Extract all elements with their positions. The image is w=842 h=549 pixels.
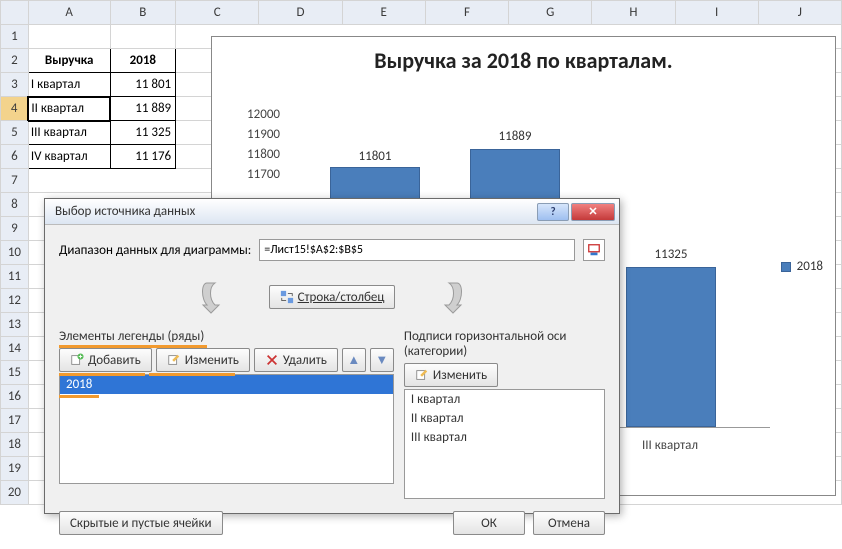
cell[interactable]: III квартал <box>28 121 110 145</box>
add-icon <box>70 353 84 367</box>
row-header[interactable]: 6 <box>1 145 29 169</box>
list-item[interactable]: III квартал <box>405 428 604 447</box>
legend-swatch <box>781 262 791 272</box>
switch-row-column-button[interactable]: Строка/столбец <box>269 285 396 309</box>
chart-y-axis: 12000 11900 11800 11700 <box>230 107 280 187</box>
edit-icon <box>415 368 429 382</box>
cell[interactable]: Выручка <box>28 49 110 73</box>
col-header-J[interactable]: J <box>758 1 841 25</box>
annotation-highlight <box>59 395 99 398</box>
row-header[interactable]: 2 <box>1 49 29 73</box>
row-header[interactable]: 16 <box>1 385 29 409</box>
chart-data-label: 11325 <box>621 247 721 262</box>
col-header-F[interactable]: F <box>425 1 508 25</box>
chart-data-label: 11889 <box>465 129 565 144</box>
cell[interactable]: 11 176 <box>110 145 176 169</box>
row-header[interactable]: 18 <box>1 433 29 457</box>
help-button[interactable]: ? <box>537 203 569 221</box>
dialog-title: Выбор источника данных <box>55 204 537 219</box>
chart-title: Выручка за 2018 по кварталам. <box>212 47 835 74</box>
add-series-button[interactable]: Добавить <box>59 348 152 372</box>
swap-arrow-left-icon <box>197 279 261 315</box>
row-header[interactable]: 15 <box>1 361 29 385</box>
axis-labels-label: Подписи горизонтальной оси (категории) <box>404 329 605 359</box>
row-header[interactable]: 13 <box>1 313 29 337</box>
chart-bar <box>626 267 716 427</box>
move-down-button[interactable]: ▼ <box>370 348 394 372</box>
switch-label: Строка/столбец <box>298 290 385 305</box>
select-all-corner[interactable] <box>1 1 29 25</box>
row-header[interactable]: 3 <box>1 73 29 97</box>
list-item[interactable]: 2018 <box>60 375 393 394</box>
remove-series-button[interactable]: Удалить <box>254 348 338 372</box>
col-header-C[interactable]: C <box>176 1 259 25</box>
edit-icon <box>167 353 181 367</box>
cell[interactable]: 11 889 <box>110 97 176 121</box>
row-header[interactable]: 11 <box>1 265 29 289</box>
cell[interactable]: 11 325 <box>110 121 176 145</box>
hidden-empty-cells-button[interactable]: Скрытые и пустые ячейки <box>59 511 223 535</box>
legend-label: 2018 <box>797 259 823 274</box>
cell[interactable]: I квартал <box>28 73 110 97</box>
active-cell[interactable]: II квартал <box>28 97 110 121</box>
cell[interactable]: 11 801 <box>110 73 176 97</box>
move-up-button[interactable]: ▲ <box>342 348 366 372</box>
dialog-titlebar[interactable]: Выбор источника данных ? ✕ <box>45 199 619 225</box>
chart-x-label: III квартал <box>610 438 730 453</box>
row-header[interactable]: 19 <box>1 457 29 481</box>
annotation-highlight <box>59 373 145 376</box>
col-header-G[interactable]: G <box>509 1 592 25</box>
col-header-H[interactable]: H <box>592 1 675 25</box>
row-header[interactable]: 7 <box>1 169 29 193</box>
col-header-E[interactable]: E <box>342 1 425 25</box>
cell[interactable]: 2018 <box>110 49 176 73</box>
cell[interactable]: IV квартал <box>28 145 110 169</box>
col-header-D[interactable]: D <box>259 1 342 25</box>
collapse-dialog-button[interactable] <box>583 239 605 261</box>
ok-button[interactable]: ОК <box>453 511 525 535</box>
list-item[interactable]: I квартал <box>405 390 604 409</box>
range-label: Диапазон данных для диаграммы: <box>59 243 251 258</box>
row-header[interactable]: 10 <box>1 241 29 265</box>
row-header[interactable]: 17 <box>1 409 29 433</box>
row-header[interactable]: 5 <box>1 121 29 145</box>
switch-icon <box>280 290 294 304</box>
row-header[interactable]: 1 <box>1 25 29 49</box>
annotation-highlight <box>149 373 235 376</box>
row-header[interactable]: 9 <box>1 217 29 241</box>
row-header[interactable]: 4 <box>1 97 29 121</box>
row-header[interactable]: 8 <box>1 193 29 217</box>
swap-arrow-right-icon <box>403 279 467 315</box>
row-header[interactable]: 20 <box>1 481 29 505</box>
edit-axis-labels-button[interactable]: Изменить <box>404 363 498 387</box>
legend-series-list[interactable]: 2018 <box>59 374 394 484</box>
axis-labels-list[interactable]: I квартал II квартал III квартал <box>404 389 605 499</box>
chart-legend: 2018 <box>781 259 823 274</box>
delete-icon <box>265 353 279 367</box>
annotation-highlight <box>59 345 207 348</box>
row-header[interactable]: 14 <box>1 337 29 361</box>
col-header-I[interactable]: I <box>675 1 758 25</box>
legend-entries-label: Элементы легенды (ряды) <box>59 329 394 344</box>
list-item[interactable]: II квартал <box>405 409 604 428</box>
col-header-A[interactable]: A <box>28 1 110 25</box>
range-select-icon <box>587 243 601 257</box>
edit-series-button[interactable]: Изменить <box>156 348 250 372</box>
chart-data-label: 11801 <box>325 149 425 164</box>
col-header-B[interactable]: B <box>110 1 176 25</box>
close-button[interactable]: ✕ <box>571 203 615 221</box>
chart-data-range-input[interactable] <box>259 239 575 261</box>
row-header[interactable]: 12 <box>1 289 29 313</box>
select-data-source-dialog: Выбор источника данных ? ✕ Диапазон данн… <box>44 198 620 514</box>
cancel-button[interactable]: Отмена <box>533 511 605 535</box>
